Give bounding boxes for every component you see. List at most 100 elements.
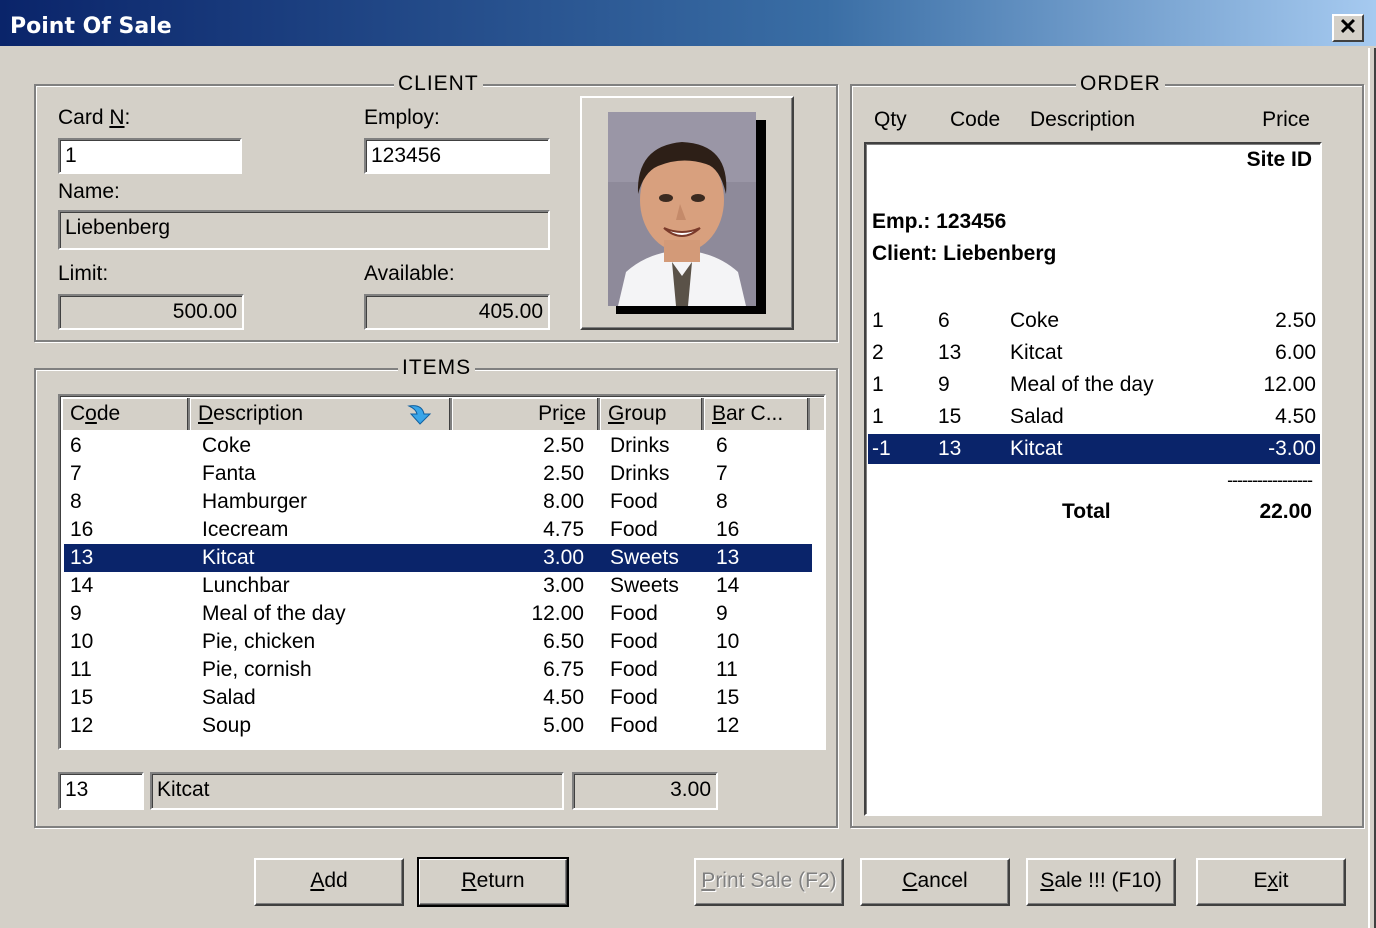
column-header-code[interactable]: Code (62, 398, 190, 430)
order-qty: -1 (872, 437, 891, 460)
order-code: 6 (938, 309, 950, 332)
item-description: Kitcat (202, 546, 255, 569)
limit-label: Limit: (58, 262, 109, 285)
return-button[interactable]: Return (417, 857, 569, 907)
employ-label: Employ: (364, 106, 440, 129)
column-header-group[interactable]: Group (600, 398, 704, 430)
item-barcode: 12 (716, 714, 740, 737)
order-price: 4.50 (1275, 405, 1316, 428)
add-button[interactable]: Add (254, 858, 404, 906)
print-sale-button[interactable]: Print Sale (F2) (694, 858, 844, 906)
item-description: Salad (202, 686, 256, 709)
item-description: Soup (202, 714, 252, 737)
item-barcode: 9 (716, 602, 728, 625)
name-label: Name: (58, 180, 120, 203)
order-description: Kitcat (1010, 437, 1063, 460)
item-row[interactable]: 16 Icecream 4.75 Food 16 (64, 516, 812, 544)
close-icon: ✕ (1338, 14, 1358, 39)
item-description: Pie, chicken (202, 630, 316, 653)
order-col-price: Price (1262, 108, 1310, 131)
column-header-barcode[interactable]: Bar C... (704, 398, 810, 430)
item-price: 6.50 (543, 630, 584, 653)
card-number-field[interactable]: 1 (58, 138, 242, 174)
order-line[interactable]: 1 9 Meal of the day 12.00 (868, 370, 1320, 400)
sort-arrow-icon (406, 402, 436, 436)
item-row[interactable]: 7 Fanta 2.50 Drinks 7 (64, 460, 812, 488)
item-description: Fanta (202, 462, 256, 485)
window-border (1368, 48, 1376, 928)
item-row[interactable]: 8 Hamburger 8.00 Food 8 (64, 488, 812, 516)
item-row[interactable]: 12 Soup 5.00 Food 12 (64, 712, 812, 740)
order-line[interactable]: 1 15 Salad 4.50 (868, 402, 1320, 432)
item-group: Food (610, 658, 658, 681)
item-row[interactable]: 14 Lunchbar 3.00 Sweets 14 (64, 572, 812, 600)
item-price: 6.75 (543, 658, 584, 681)
item-code: 12 (70, 714, 94, 737)
item-barcode: 6 (716, 434, 728, 457)
total-separator: ----------------- (1227, 470, 1313, 490)
window-title: Point Of Sale (10, 14, 172, 39)
order-price: 2.50 (1275, 309, 1316, 332)
column-header-description[interactable]: Description (190, 398, 452, 430)
name-field[interactable]: Liebenberg (58, 210, 550, 250)
entry-price-field[interactable]: 3.00 (572, 772, 718, 810)
item-price: 4.50 (543, 686, 584, 709)
item-code: 14 (70, 574, 94, 597)
order-line[interactable]: 1 6 Coke 2.50 (868, 306, 1320, 336)
exit-button[interactable]: Exit (1196, 858, 1346, 906)
item-group: Sweets (610, 546, 679, 569)
item-code: 11 (70, 658, 92, 681)
order-code: 13 (938, 437, 962, 460)
order-price: 12.00 (1263, 373, 1316, 396)
order-description: Kitcat (1010, 341, 1063, 364)
item-description: Icecream (202, 518, 289, 541)
item-row[interactable]: 11 Pie, cornish 6.75 Food 11 (64, 656, 812, 684)
column-header-price[interactable]: Price (452, 398, 600, 430)
order-line[interactable]: -1 13 Kitcat -3.00 (868, 434, 1320, 464)
item-row[interactable]: 13 Kitcat 3.00 Sweets 13 (64, 544, 812, 572)
item-barcode: 14 (716, 574, 740, 597)
item-group: Food (610, 518, 658, 541)
order-line[interactable]: 2 13 Kitcat 6.00 (868, 338, 1320, 368)
items-group-title: ITEMS (398, 356, 476, 380)
item-description: Lunchbar (202, 574, 290, 597)
limit-field[interactable]: 500.00 (58, 294, 244, 330)
order-col-qty: Qty (874, 108, 907, 131)
title-bar[interactable] (0, 0, 1376, 48)
item-code: 15 (70, 686, 94, 709)
item-group: Food (610, 714, 658, 737)
available-field[interactable]: 405.00 (364, 294, 550, 330)
item-group: Drinks (610, 434, 670, 457)
item-barcode: 13 (716, 546, 740, 569)
close-button[interactable]: ✕ (1332, 14, 1364, 42)
item-price: 2.50 (543, 434, 584, 457)
order-price: 6.00 (1275, 341, 1316, 364)
item-barcode: 11 (716, 658, 738, 681)
item-price: 3.00 (543, 574, 584, 597)
order-code: 15 (938, 405, 962, 428)
order-qty: 1 (872, 373, 884, 396)
total-label: Total (1062, 500, 1111, 523)
employ-field[interactable]: 123456 (364, 138, 550, 174)
item-group: Drinks (610, 462, 670, 485)
header-filler (810, 398, 824, 430)
order-receipt[interactable]: Site ID Emp.: 123456 Client: Liebenberg … (864, 142, 1322, 816)
item-row[interactable]: 6 Coke 2.50 Drinks 6 (64, 432, 812, 460)
entry-description-field[interactable]: Kitcat (150, 772, 564, 810)
client-group-title: CLIENT (394, 72, 483, 96)
items-list[interactable]: Code Description Price Group Bar C... 6 C… (58, 394, 826, 750)
item-code: 8 (70, 490, 82, 513)
item-group: Food (610, 602, 658, 625)
person-photo-icon (608, 112, 756, 306)
entry-code-field[interactable]: 13 (58, 772, 144, 810)
sale-button[interactable]: Sale !!! (F10) (1026, 858, 1176, 906)
item-row[interactable]: 9 Meal of the day 12.00 Food 9 (64, 600, 812, 628)
order-description: Coke (1010, 309, 1060, 332)
item-barcode: 10 (716, 630, 740, 653)
item-row[interactable]: 10 Pie, chicken 6.50 Food 10 (64, 628, 812, 656)
item-row[interactable]: 15 Salad 4.50 Food 15 (64, 684, 812, 712)
order-group-title: ORDER (1076, 72, 1165, 96)
order-col-code: Code (950, 108, 1001, 131)
cancel-button[interactable]: Cancel (860, 858, 1010, 906)
item-code: 6 (70, 434, 82, 457)
